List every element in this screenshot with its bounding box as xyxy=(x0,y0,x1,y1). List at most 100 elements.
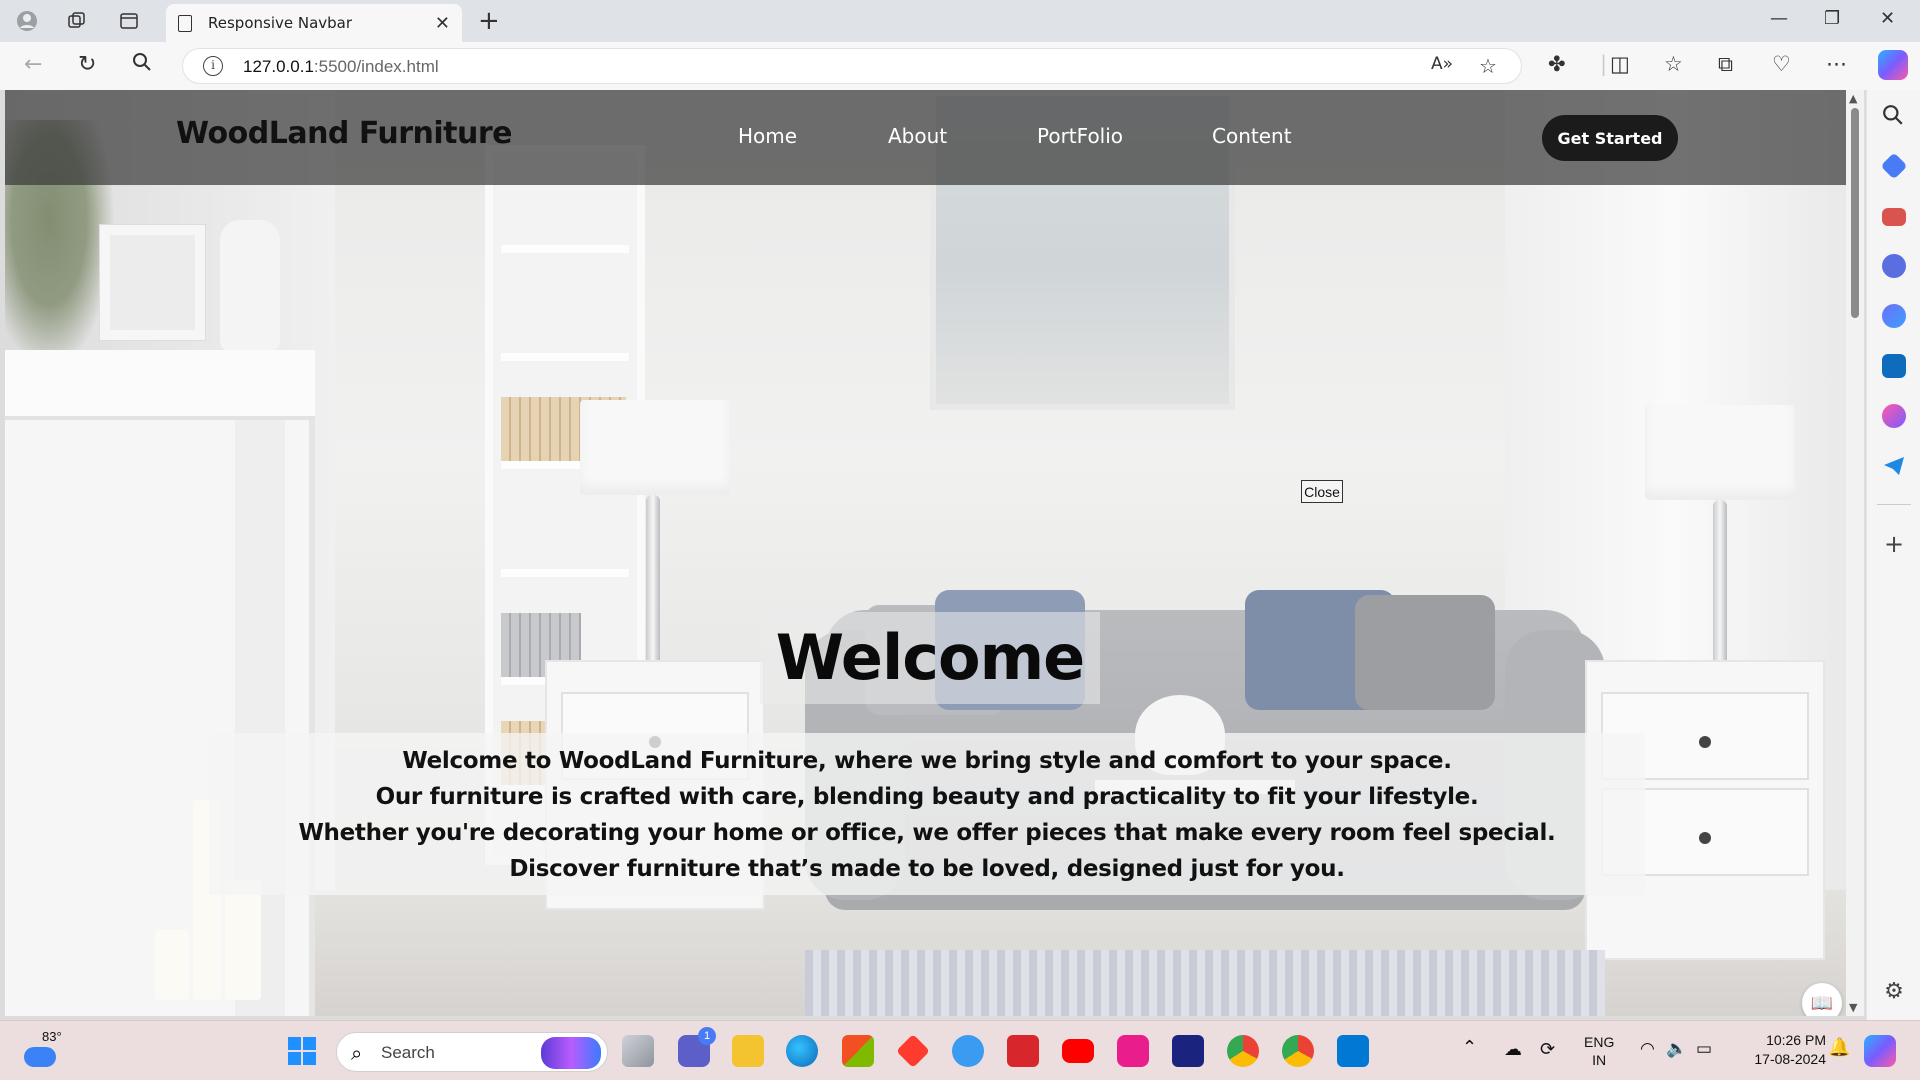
favorite-star-icon[interactable]: ☆ xyxy=(1479,54,1497,78)
workspaces-icon[interactable] xyxy=(64,8,90,34)
more-menu-icon[interactable]: ⋯ xyxy=(1826,52,1847,76)
site-info-icon[interactable]: i xyxy=(203,56,223,76)
hero-description: Welcome to WoodLand Furniture, where we … xyxy=(209,733,1645,895)
teams-icon[interactable]: 1 xyxy=(678,1027,716,1067)
new-tab-icon[interactable]: + xyxy=(478,6,500,36)
weather-icon xyxy=(24,1047,56,1067)
taskbar-search[interactable]: ⌕ Search xyxy=(336,1032,608,1072)
language-code: ENG xyxy=(1584,1034,1615,1050)
chrome-profile-icon[interactable] xyxy=(1282,1035,1314,1067)
sync-icon[interactable]: ⟳ xyxy=(1540,1039,1555,1060)
chrome-icon[interactable] xyxy=(1227,1035,1259,1067)
weather-widget[interactable]: 83° xyxy=(22,1029,62,1071)
background-lamp-right xyxy=(1645,405,1795,500)
instagram-icon[interactable] xyxy=(1117,1035,1149,1067)
toolbar-divider: | xyxy=(1600,52,1608,76)
anydesk-icon[interactable] xyxy=(896,1034,930,1068)
background-lamp-left xyxy=(580,400,730,495)
minimize-icon[interactable]: — xyxy=(1770,8,1788,29)
address-bar[interactable]: i 127.0.0.1:5500/index.html A» ☆ xyxy=(182,48,1522,84)
windows-taskbar: 83° ⌕ Search 1 ⌃ ☁ ⟳ ENG IN ◠ 🔈 ▭ 10:26 … xyxy=(0,1020,1920,1080)
background-rug xyxy=(805,950,1605,1016)
copilot-taskbar-icon[interactable] xyxy=(1864,1035,1896,1067)
sidebar-settings-icon[interactable]: ⚙ xyxy=(1882,980,1906,1004)
back-icon[interactable]: ← xyxy=(24,52,42,77)
dh-app-icon[interactable] xyxy=(1172,1035,1204,1067)
games-icon[interactable] xyxy=(1882,254,1906,278)
region-code: IN xyxy=(1592,1052,1607,1068)
microsoft365-icon[interactable] xyxy=(1882,304,1906,328)
extensions-icon[interactable]: ✤ xyxy=(1548,52,1566,76)
nav-link-about[interactable]: About xyxy=(888,124,947,148)
search-icon[interactable] xyxy=(132,52,152,78)
immersive-reader-icon[interactable]: 📖 xyxy=(1802,983,1842,1016)
refresh-icon[interactable]: ↻ xyxy=(78,52,96,77)
language-indicator[interactable]: ENG IN xyxy=(1584,1033,1614,1069)
teams-badge: 1 xyxy=(698,1027,716,1045)
battery-icon[interactable]: ▭ xyxy=(1696,1039,1712,1059)
telegram-icon[interactable] xyxy=(1882,454,1906,478)
sidebar-search-icon[interactable] xyxy=(1882,104,1906,128)
clock[interactable]: 10:26 PM 17-08-2024 xyxy=(1746,1031,1826,1069)
site-brand[interactable]: WoodLand Furniture xyxy=(176,116,513,151)
tools-icon[interactable] xyxy=(1882,208,1906,226)
notification-bell-icon[interactable]: 🔔 xyxy=(1828,1037,1850,1058)
page-scrollbar[interactable]: ▲ ▼ xyxy=(1846,90,1864,1016)
tray-overflow-icon[interactable]: ⌃ xyxy=(1462,1037,1477,1058)
onedrive-icon[interactable]: ☁ xyxy=(1504,1039,1522,1060)
copilot-icon[interactable] xyxy=(1878,50,1908,80)
youtube-icon[interactable] xyxy=(1062,1039,1094,1063)
hero-line: Our furniture is crafted with care, blen… xyxy=(375,784,1479,810)
close-tab-icon[interactable]: ✕ xyxy=(435,13,450,34)
browser-toolbar: ← ↻ i 127.0.0.1:5500/index.html A» ☆ ✤ |… xyxy=(0,42,1920,90)
vertical-tabs-icon[interactable] xyxy=(116,8,142,34)
background-pitcher xyxy=(220,220,280,350)
page-viewport: WoodLand Furniture Home About PortFolio … xyxy=(5,90,1846,1016)
edge-taskbar-icon[interactable] xyxy=(786,1035,818,1067)
site-navbar: WoodLand Furniture Home About PortFolio … xyxy=(5,90,1846,185)
nav-link-home[interactable]: Home xyxy=(738,124,797,148)
help-icon[interactable] xyxy=(952,1035,984,1067)
get-started-button[interactable]: Get Started xyxy=(1542,115,1678,161)
tab-title: Responsive Navbar xyxy=(208,14,353,32)
wifi-icon[interactable]: ◠ xyxy=(1640,1039,1655,1059)
window-close-icon[interactable]: ✕ xyxy=(1880,8,1895,29)
active-tab[interactable]: Responsive Navbar ✕ xyxy=(166,4,462,42)
background-photo-frame xyxy=(100,225,205,340)
add-sidebar-app-icon[interactable]: + xyxy=(1882,532,1906,556)
restore-icon[interactable]: ❐ xyxy=(1824,8,1840,29)
windows-start-icon[interactable] xyxy=(286,1035,318,1067)
designer-icon[interactable] xyxy=(1882,404,1906,428)
weather-temp: 83° xyxy=(42,1029,62,1044)
edge-sidebar: + ⚙ xyxy=(1866,90,1920,1020)
clock-time: 10:26 PM xyxy=(1766,1032,1826,1048)
collections-icon[interactable]: ⧉ xyxy=(1718,52,1733,77)
scroll-down-icon[interactable]: ▼ xyxy=(1849,1001,1857,1014)
scroll-up-icon[interactable]: ▲ xyxy=(1849,92,1857,105)
read-aloud-icon[interactable]: A» xyxy=(1431,54,1453,74)
nav-link-content[interactable]: Content xyxy=(1212,124,1292,148)
search-highlight-image xyxy=(541,1037,601,1069)
search-icon: ⌕ xyxy=(351,1041,363,1065)
nav-link-portfolio[interactable]: PortFolio xyxy=(1037,124,1123,148)
shopping-tag-icon[interactable] xyxy=(1880,152,1908,180)
profile-icon[interactable] xyxy=(14,8,40,34)
hero-title: Welcome xyxy=(760,612,1100,704)
volume-icon[interactable]: 🔈 xyxy=(1666,1039,1687,1059)
vscode-icon[interactable] xyxy=(1337,1035,1369,1067)
browser-essentials-icon[interactable]: ♡ xyxy=(1772,52,1791,76)
hero-line: Whether you're decorating your home or o… xyxy=(298,820,1556,846)
file-explorer-icon[interactable] xyxy=(732,1035,764,1067)
close-button[interactable]: Close xyxy=(1301,480,1343,503)
taskbar-search-label: Search xyxy=(381,1043,435,1062)
outlook-icon[interactable] xyxy=(1882,354,1906,378)
mcafee-icon[interactable] xyxy=(1007,1035,1039,1067)
split-screen-icon[interactable]: ◫ xyxy=(1610,52,1630,76)
microsoft-store-icon[interactable] xyxy=(842,1035,874,1067)
url-text: 127.0.0.1:5500/index.html xyxy=(243,57,439,76)
background-pillow xyxy=(1355,595,1495,710)
favorites-icon[interactable]: ☆ xyxy=(1664,52,1683,76)
scrollbar-thumb[interactable] xyxy=(1851,108,1859,318)
task-view-icon[interactable] xyxy=(622,1035,654,1067)
clock-date: 17-08-2024 xyxy=(1754,1051,1826,1067)
